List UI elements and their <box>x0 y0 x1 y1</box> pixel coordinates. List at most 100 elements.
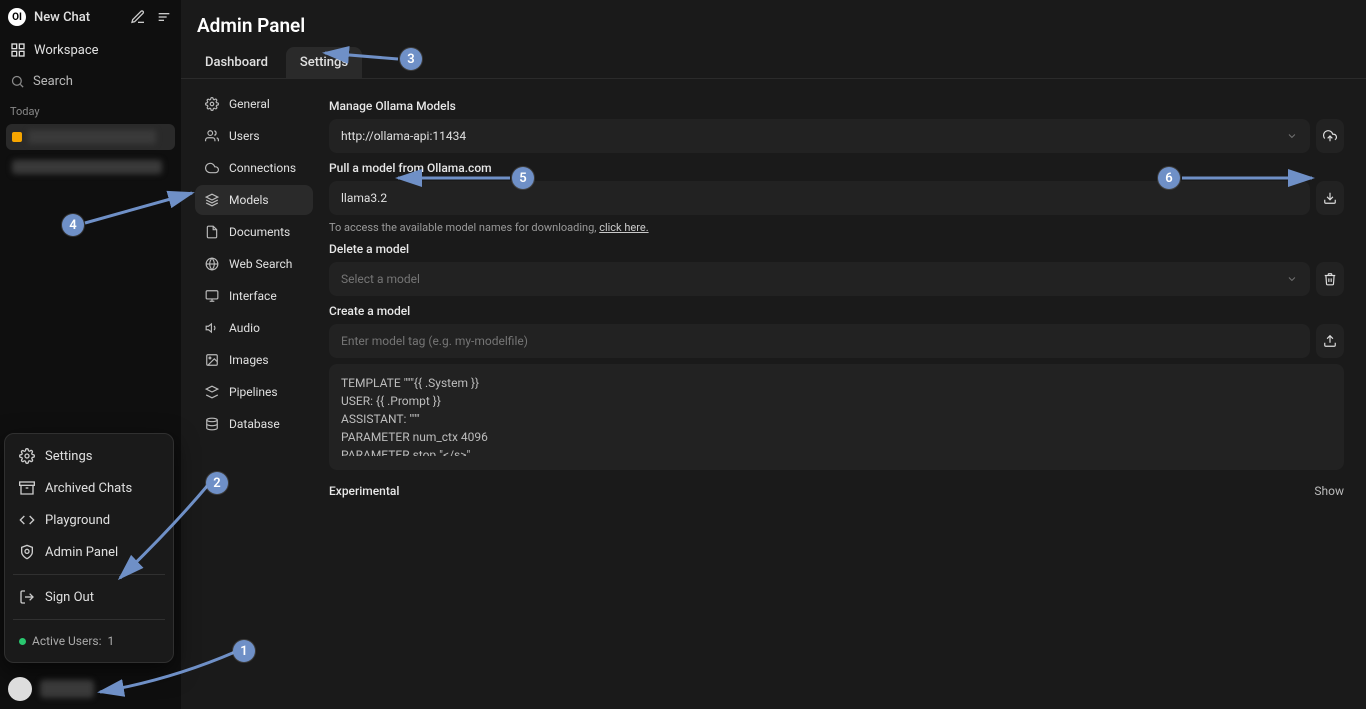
delete-model-label: Delete a model <box>329 242 1344 256</box>
popup-divider <box>13 574 165 575</box>
settings-nav-documents[interactable]: Documents <box>195 217 313 247</box>
settings-content: Manage Ollama Models Pull a model from O… <box>321 79 1366 709</box>
settings-nav-models[interactable]: Models <box>195 185 313 215</box>
archive-icon <box>19 480 35 496</box>
settings-nav-label: Interface <box>229 289 277 303</box>
chat-history-item[interactable] <box>6 154 175 180</box>
upload-icon <box>1323 334 1337 348</box>
user-footer[interactable] <box>8 677 94 701</box>
create-model-input-wrap[interactable] <box>329 324 1310 358</box>
settings-nav-users[interactable]: Users <box>195 121 313 151</box>
layers-icon <box>205 193 219 207</box>
settings-nav-websearch[interactable]: Web Search <box>195 249 313 279</box>
manage-models-label: Manage Ollama Models <box>329 99 1344 113</box>
users-icon <box>205 129 219 143</box>
delete-model-select[interactable] <box>329 262 1310 296</box>
tabs-row: Dashboard Settings <box>181 47 1366 79</box>
trash-icon <box>1323 272 1337 286</box>
pull-hint: To access the available model names for … <box>329 221 1344 234</box>
document-icon <box>205 225 219 239</box>
settings-nav-label: Audio <box>229 321 260 335</box>
pull-model-input-wrap[interactable] <box>329 181 1310 215</box>
popup-label: Playground <box>45 513 110 528</box>
endpoint-input[interactable] <box>341 129 1286 143</box>
create-model-input[interactable] <box>341 334 1298 348</box>
chevron-down-icon <box>1286 130 1298 142</box>
settings-nav-label: Database <box>229 417 280 431</box>
active-users-label: Active Users: <box>32 634 102 648</box>
settings-nav-label: Images <box>229 353 269 367</box>
search-input[interactable]: Search <box>6 68 175 95</box>
search-icon <box>10 74 25 89</box>
popup-playground[interactable]: Playground <box>11 504 167 536</box>
settings-nav-label: Pipelines <box>229 385 278 399</box>
upload-button[interactable] <box>1316 324 1344 358</box>
popup-label: Admin Panel <box>45 545 118 560</box>
main-panel: Admin Panel Dashboard Settings General U… <box>181 0 1366 709</box>
new-chat-button[interactable]: New Chat <box>34 10 121 25</box>
avatar <box>8 677 32 701</box>
popup-archived[interactable]: Archived Chats <box>11 472 167 504</box>
audio-icon <box>205 321 219 335</box>
shield-icon <box>19 544 35 560</box>
image-icon <box>205 353 219 367</box>
download-button[interactable] <box>1316 181 1344 215</box>
chevron-down-icon <box>1286 273 1298 285</box>
delete-button[interactable] <box>1316 262 1344 296</box>
create-model-label: Create a model <box>329 304 1344 318</box>
pull-model-label: Pull a model from Ollama.com <box>329 161 1344 175</box>
active-users-count: 1 <box>108 634 115 648</box>
delete-model-placeholder[interactable] <box>341 272 1286 286</box>
settings-nav-images[interactable]: Images <box>195 345 313 375</box>
username-blurred <box>40 680 94 698</box>
workspace-label: Workspace <box>34 43 99 58</box>
experimental-show-toggle[interactable]: Show <box>1314 484 1344 498</box>
popup-label: Settings <box>45 449 92 464</box>
settings-nav: General Users Connections Models Documen… <box>181 79 321 709</box>
user-popup-menu: Settings Archived Chats Playground Admin… <box>4 433 174 663</box>
edit-icon[interactable] <box>129 8 147 26</box>
chat-history-item[interactable] <box>6 124 175 150</box>
search-placeholder: Search <box>33 74 73 89</box>
pull-hint-link[interactable]: click here. <box>599 221 648 234</box>
settings-nav-connections[interactable]: Connections <box>195 153 313 183</box>
endpoint-select[interactable] <box>329 119 1310 153</box>
gear-icon <box>205 97 219 111</box>
settings-nav-audio[interactable]: Audio <box>195 313 313 343</box>
monitor-icon <box>205 289 219 303</box>
settings-nav-label: Connections <box>229 161 296 175</box>
popup-settings[interactable]: Settings <box>11 440 167 472</box>
popup-divider <box>13 619 165 620</box>
popup-label: Archived Chats <box>45 481 132 496</box>
tab-settings[interactable]: Settings <box>286 47 362 78</box>
settings-nav-label: Models <box>229 193 269 207</box>
upload-to-cloud-button[interactable] <box>1316 119 1344 153</box>
workspace-nav[interactable]: Workspace <box>6 36 175 64</box>
pull-model-input[interactable] <box>341 191 1298 205</box>
menu-icon[interactable] <box>155 8 173 26</box>
gear-icon <box>19 448 35 464</box>
popup-admin-panel[interactable]: Admin Panel <box>11 536 167 568</box>
settings-nav-interface[interactable]: Interface <box>195 281 313 311</box>
modelfile-textarea[interactable] <box>341 374 1332 456</box>
database-icon <box>205 417 219 431</box>
experimental-label: Experimental <box>329 484 399 498</box>
code-icon <box>19 512 35 528</box>
settings-nav-label: Web Search <box>229 257 292 271</box>
popup-signout[interactable]: Sign Out <box>11 581 167 613</box>
pull-hint-text: To access the available model names for … <box>329 221 599 234</box>
globe-icon <box>205 257 219 271</box>
settings-nav-pipelines[interactable]: Pipelines <box>195 377 313 407</box>
app-logo: OI <box>8 8 26 26</box>
signout-icon <box>19 589 35 605</box>
modelfile-textarea-wrap[interactable] <box>329 364 1344 470</box>
today-section-label: Today <box>6 95 175 122</box>
tab-dashboard[interactable]: Dashboard <box>191 47 282 78</box>
settings-nav-general[interactable]: General <box>195 89 313 119</box>
page-title: Admin Panel <box>197 14 1350 37</box>
popup-active-users: Active Users: 1 <box>11 626 167 656</box>
settings-nav-database[interactable]: Database <box>195 409 313 439</box>
cloud-upload-icon <box>1323 129 1337 143</box>
settings-nav-label: Documents <box>229 225 290 239</box>
pipelines-icon <box>205 385 219 399</box>
